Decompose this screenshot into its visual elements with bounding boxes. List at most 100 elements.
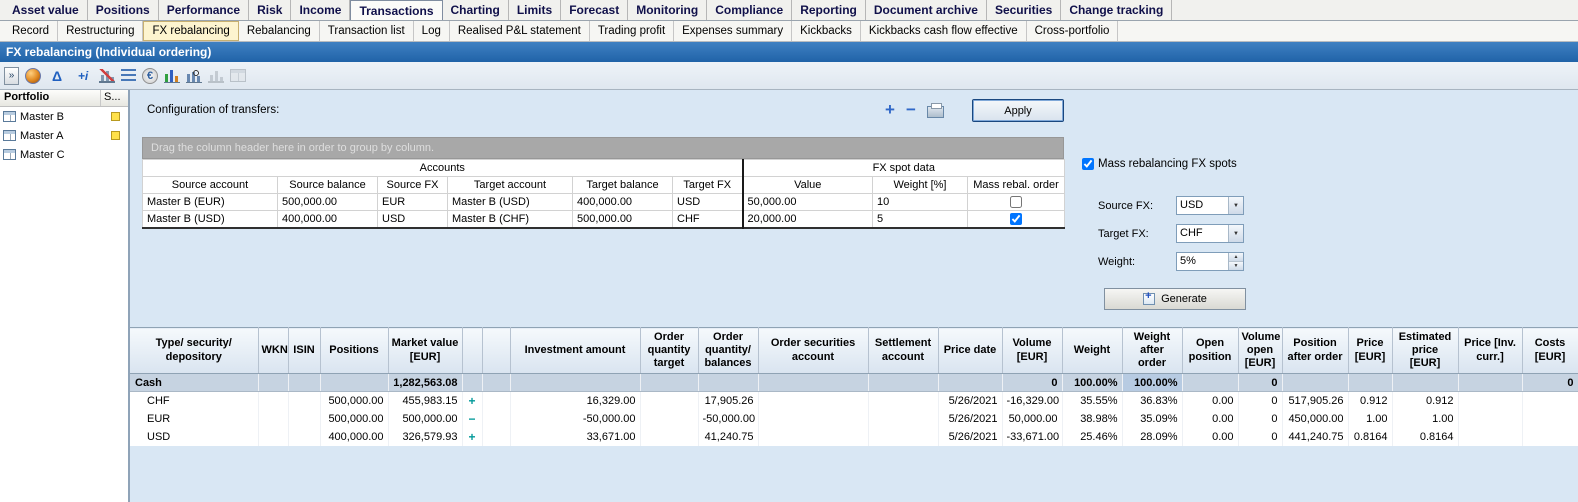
subtab-record[interactable]: Record [4, 21, 58, 41]
position-row-chf[interactable]: CHF500,000.00455,983.15+16,329.0017,905.… [130, 392, 1578, 410]
pos-column-price-inv-curr[interactable]: Price [Inv. curr.] [1458, 328, 1522, 374]
delta-icon[interactable]: Δ [47, 66, 67, 86]
pos-column-estimated-price-eur[interactable]: Estimated price [EUR] [1392, 328, 1458, 374]
tab-risk[interactable]: Risk [249, 0, 291, 20]
mass-rebalancing-checkbox[interactable] [1082, 158, 1094, 170]
column-header-source-fx[interactable]: Source FX [378, 177, 448, 194]
cell: USD [673, 194, 743, 211]
column-header-source-account[interactable]: Source account [143, 177, 278, 194]
mass-rebal-order-checkbox[interactable] [1010, 213, 1022, 225]
generate-button[interactable]: Generate [1104, 288, 1246, 310]
column-header-target-fx[interactable]: Target FX [673, 177, 743, 194]
subtab-realised-p-l-statement[interactable]: Realised P&L statement [450, 21, 590, 41]
pos-column-positions[interactable]: Positions [320, 328, 388, 374]
group-by-bar[interactable]: Drag the column header here in order to … [142, 137, 1064, 159]
euro-coin-icon[interactable]: € [142, 68, 158, 84]
pos-column-order-quantity-balances[interactable]: Order quantity/ balances [698, 328, 758, 374]
pos-column-open-position[interactable]: Open position [1182, 328, 1238, 374]
pos-column-weight[interactable]: Weight [1062, 328, 1122, 374]
column-header-source-balance[interactable]: Source balance [278, 177, 378, 194]
tab-income[interactable]: Income [291, 0, 350, 20]
tab-transactions[interactable]: Transactions [350, 0, 442, 20]
pos-column-volume-eur[interactable]: Volume [EUR] [1002, 328, 1062, 374]
subtab-kickbacks-cash-flow-effective[interactable]: Kickbacks cash flow effective [861, 21, 1027, 41]
target-fx-dropdown[interactable]: CHF [1176, 224, 1244, 243]
pos-column-type-security-depository[interactable]: Type/ security/ depository [130, 328, 258, 374]
subtab-trading-profit[interactable]: Trading profit [590, 21, 674, 41]
tab-compliance[interactable]: Compliance [707, 0, 792, 20]
sub-menu-bar: RecordRestructuringFX rebalancingRebalan… [0, 21, 1578, 42]
mass-rebalancing-checkbox-row[interactable]: Mass rebalancing FX spots [1082, 158, 1237, 170]
subtab-log[interactable]: Log [414, 21, 450, 41]
remove-transfer-icon[interactable]: − [906, 103, 916, 117]
column-header-value[interactable]: Value [743, 177, 873, 194]
bar-chart-icon[interactable] [164, 68, 180, 83]
mass-rebal-order-checkbox[interactable] [1010, 196, 1022, 208]
main-menu-bar: Asset valuePositionsPerformanceRiskIncom… [0, 0, 1578, 21]
pos-column-market-value-eur[interactable]: Market value [EUR] [388, 328, 462, 374]
chevron-down-icon[interactable] [1228, 225, 1243, 242]
chart-search-icon[interactable] [186, 68, 202, 83]
pos-column-weight-after-order[interactable]: Weight after order [1122, 328, 1182, 374]
chevron-down-icon[interactable] [1228, 197, 1243, 214]
pos-column-price-eur[interactable]: Price [EUR] [1348, 328, 1392, 374]
target-fx-value: CHF [1177, 225, 1228, 242]
column-header-weight[interactable]: Weight [%] [873, 177, 968, 194]
tab-reporting[interactable]: Reporting [792, 0, 866, 20]
arrow-down-icon[interactable] [1229, 262, 1243, 270]
s-column-header[interactable]: S... [101, 90, 128, 106]
transfer-row-master-b-eur[interactable]: Master B (EUR)500,000.00EURMaster B (USD… [143, 194, 1065, 211]
chart-crossed-icon[interactable] [99, 69, 115, 83]
column-header-mass-rebal-order[interactable]: Mass rebal. order [968, 177, 1065, 194]
pos-column-costs-eur[interactable]: Costs [EUR] [1522, 328, 1578, 374]
portfolio-column-header[interactable]: Portfolio [0, 90, 101, 106]
subtab-restructuring[interactable]: Restructuring [58, 21, 143, 41]
pos-column-volume-open-eur[interactable]: Volume open [EUR] [1238, 328, 1282, 374]
sliders-icon[interactable] [121, 69, 136, 82]
add-info-icon[interactable]: +i [73, 66, 93, 86]
tab-document-archive[interactable]: Document archive [866, 0, 987, 20]
pos-column-empty-5[interactable] [462, 328, 482, 374]
position-row-eur[interactable]: EUR500,000.00500,000.00−-50,000.00-50,00… [130, 410, 1578, 428]
tab-change-tracking[interactable]: Change tracking [1061, 0, 1172, 20]
weight-stepper[interactable]: 5% [1176, 252, 1244, 271]
pos-column-position-after-order[interactable]: Position after order [1282, 328, 1348, 374]
transfer-row-master-b-usd[interactable]: Master B (USD)400,000.00USDMaster B (CHF… [143, 211, 1065, 228]
arrow-up-icon[interactable] [1229, 253, 1243, 262]
expand-toolbar-icon[interactable]: » [4, 67, 19, 85]
tab-securities[interactable]: Securities [987, 0, 1061, 20]
portfolio-item-master-b[interactable]: Master B [0, 107, 128, 126]
position-row-usd[interactable]: USD400,000.00326,579.93+33,671.0041,240.… [130, 428, 1578, 446]
tab-forecast[interactable]: Forecast [561, 0, 628, 20]
tab-asset-value[interactable]: Asset value [4, 0, 88, 20]
pos-column-order-quantity-target[interactable]: Order quantity target [640, 328, 698, 374]
pos-column-order-securities-account[interactable]: Order securities account [758, 328, 868, 374]
column-header-target-account[interactable]: Target account [448, 177, 573, 194]
pos-column-settlement-account[interactable]: Settlement account [868, 328, 938, 374]
subtab-kickbacks[interactable]: Kickbacks [792, 21, 861, 41]
add-transfer-icon[interactable]: + [885, 103, 895, 117]
pos-column-price-date[interactable]: Price date [938, 328, 1002, 374]
subtab-rebalancing[interactable]: Rebalancing [239, 21, 320, 41]
subtab-cross-portfolio[interactable]: Cross-portfolio [1027, 21, 1119, 41]
apply-button[interactable]: Apply [972, 99, 1064, 122]
portfolio-item-master-a[interactable]: Master A [0, 126, 128, 145]
tab-charting[interactable]: Charting [443, 0, 509, 20]
tab-monitoring[interactable]: Monitoring [628, 0, 707, 20]
portfolio-item-master-c[interactable]: Master C [0, 145, 128, 164]
pos-column-isin[interactable]: ISIN [288, 328, 320, 374]
pos-column-empty-6[interactable] [482, 328, 510, 374]
pos-column-investment-amount[interactable]: Investment amount [510, 328, 640, 374]
subtab-fx-rebalancing[interactable]: FX rebalancing [143, 21, 238, 41]
tab-positions[interactable]: Positions [88, 0, 159, 20]
source-fx-dropdown[interactable]: USD [1176, 196, 1244, 215]
sphere-icon[interactable] [25, 68, 41, 84]
tab-performance[interactable]: Performance [159, 0, 249, 20]
subtab-transaction-list[interactable]: Transaction list [320, 21, 414, 41]
pos-column-wkn[interactable]: WKN [258, 328, 288, 374]
group-row-cash[interactable]: Cash1,282,563.080100.00%100.00%00 [130, 374, 1578, 392]
tab-limits[interactable]: Limits [509, 0, 561, 20]
subtab-expenses-summary[interactable]: Expenses summary [674, 21, 792, 41]
column-header-target-balance[interactable]: Target balance [573, 177, 673, 194]
print-icon[interactable] [927, 106, 944, 118]
